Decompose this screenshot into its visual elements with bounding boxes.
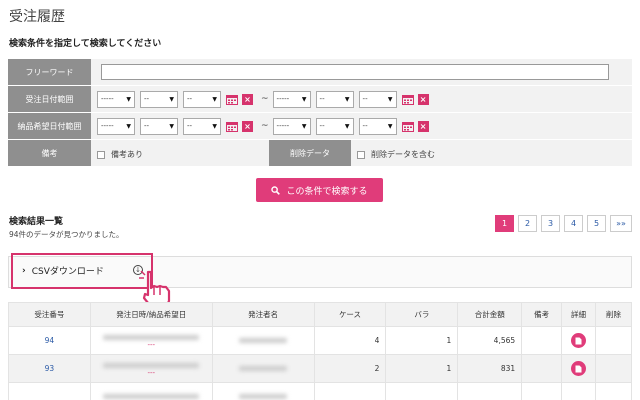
order-number-link[interactable]: 94: [45, 336, 55, 345]
blurred-orderer: [239, 394, 288, 399]
table-header: 受注番号 発注日時/納品希望日 発注者名 ケース バラ 合計金額 備考 詳細 削…: [8, 302, 632, 327]
order-number-link[interactable]: 93: [45, 364, 55, 373]
results-count: 94件のデータが見つかりました。: [9, 230, 124, 239]
col-remarks: 備考: [521, 302, 563, 327]
blurred-date: [103, 362, 200, 368]
remarks-cell: [521, 326, 563, 355]
results-table: 受注番号 発注日時/納品希望日 発注者名 ケース バラ 合計金額 備考 詳細 削…: [8, 302, 632, 400]
remarks-checkbox[interactable]: 備考あり: [97, 149, 143, 160]
range-tilde: ~: [261, 121, 269, 131]
csv-download-toggle[interactable]: › CSVダウンロード: [22, 264, 104, 278]
order-from-day-select[interactable]: -- ▼: [183, 90, 221, 108]
search-button[interactable]: この条件で検索する: [256, 178, 383, 202]
col-orderer[interactable]: 発注者名: [211, 302, 315, 327]
chevron-right-icon: ›: [22, 265, 26, 276]
cases-value: 4: [313, 326, 387, 355]
cases-value: 2: [313, 354, 387, 383]
delivery-to-year-select[interactable]: ----- ▼: [272, 117, 311, 135]
col-detail: 詳細: [561, 302, 596, 327]
document-icon[interactable]: [571, 361, 587, 376]
range-tilde: ~: [261, 94, 269, 104]
blurred-orderer: [239, 338, 288, 343]
free-word-label: フリーワード: [8, 58, 91, 86]
blurred-date: [103, 394, 200, 399]
clear-icon[interactable]: ×: [417, 93, 429, 105]
delivery-date: ---: [147, 368, 156, 377]
page-title: 受注履歴: [9, 9, 65, 25]
col-bara[interactable]: バラ: [385, 302, 459, 327]
delivery-from-month-select[interactable]: -- ▼: [140, 117, 178, 135]
bara-value: 1: [385, 354, 459, 383]
pagination: 1 2 3 4 5 »»: [495, 215, 632, 232]
order-from-year-select[interactable]: ----- ▼: [97, 90, 135, 108]
table-row: [8, 382, 632, 400]
delete-cell: [595, 354, 632, 383]
page-4-link[interactable]: 4: [564, 215, 583, 232]
remarks-label: 備考: [8, 139, 91, 167]
document-icon[interactable]: [571, 333, 587, 348]
total-value: 4,565: [457, 326, 523, 355]
order-to-day-select[interactable]: -- ▼: [358, 90, 397, 108]
remarks-cell: [521, 354, 563, 383]
calendar-icon[interactable]: [226, 121, 238, 132]
next-pages-link[interactable]: »»: [610, 215, 632, 232]
order-from-month-select[interactable]: -- ▼: [140, 90, 178, 108]
blurred-orderer: [239, 366, 288, 371]
col-cases[interactable]: ケース: [313, 302, 387, 327]
deleted-checkbox[interactable]: 削除データを含む: [357, 149, 435, 160]
blurred-date: [103, 334, 200, 340]
col-order-number[interactable]: 受注番号: [8, 302, 91, 327]
delivery-to-day-select[interactable]: -- ▼: [358, 117, 397, 135]
free-word-input[interactable]: [101, 64, 609, 80]
delivery-from-day-select[interactable]: -- ▼: [183, 117, 221, 135]
total-value: 831: [457, 354, 523, 383]
calendar-icon[interactable]: [401, 94, 414, 105]
col-order-date[interactable]: 発注日時/納品希望日: [89, 302, 213, 327]
order-date-label: 受注日付範囲: [8, 85, 91, 113]
results-title: 検索結果一覧: [9, 217, 64, 227]
table-row: 94 --- 4 1 4,565: [8, 326, 632, 355]
calendar-icon[interactable]: [226, 94, 238, 105]
search-icon: [271, 185, 281, 195]
delivery-date: ---: [147, 340, 156, 349]
page-3-link[interactable]: 3: [541, 215, 560, 232]
page-1-link[interactable]: 1: [495, 215, 514, 232]
delivery-date-label: 納品希望日付範囲: [8, 112, 91, 140]
delete-cell: [595, 326, 632, 355]
delivery-to-month-select[interactable]: -- ▼: [315, 117, 354, 135]
clear-icon[interactable]: ×: [242, 93, 253, 105]
deleted-label: 削除データ: [269, 139, 351, 167]
clear-icon[interactable]: ×: [242, 120, 253, 132]
page-5-link[interactable]: 5: [587, 215, 606, 232]
delivery-from-year-select[interactable]: ----- ▼: [97, 117, 135, 135]
order-to-year-select[interactable]: ----- ▼: [272, 90, 311, 108]
delivery-date-range: ----- ▼ -- ▼ -- ▼ × ~ ----- ▼ -- ▼ -- ▼ ×: [97, 117, 632, 135]
calendar-icon[interactable]: [401, 121, 414, 132]
clear-icon[interactable]: ×: [417, 120, 429, 132]
col-total[interactable]: 合計金額: [457, 302, 523, 327]
search-form: フリーワード 受注日付範囲 ----- ▼ -- ▼ -- ▼ × ~ ----- ▼ …: [8, 58, 632, 167]
col-delete: 削除: [595, 302, 632, 327]
bara-value: 1: [385, 326, 459, 355]
table-row: 93 --- 2 1 831: [8, 354, 632, 383]
order-to-month-select[interactable]: -- ▼: [315, 90, 354, 108]
order-date-range: ----- ▼ -- ▼ -- ▼ × ~ ----- ▼ -- ▼ -- ▼ ×: [97, 90, 632, 108]
page-2-link[interactable]: 2: [518, 215, 537, 232]
condition-title: 検索条件を指定して検索してください: [9, 39, 162, 49]
